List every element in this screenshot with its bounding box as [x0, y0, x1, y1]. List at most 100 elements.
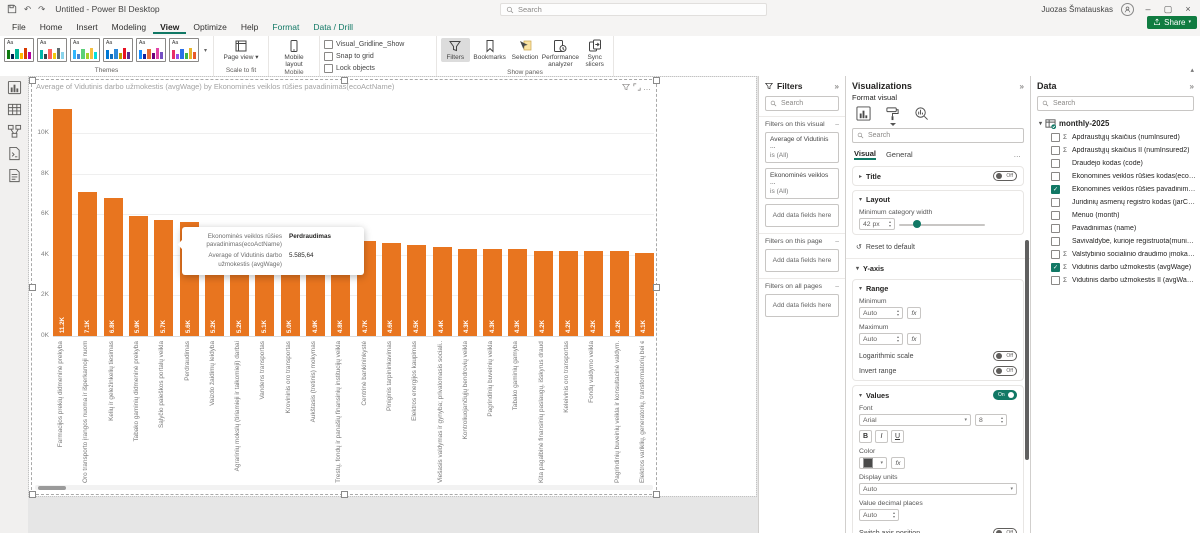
field-checkbox[interactable]: ✓ — [1051, 185, 1060, 194]
add-data-fields-dropzone[interactable]: Add data fields here — [765, 294, 839, 317]
format-visual-icon[interactable] — [885, 106, 900, 126]
report-canvas[interactable]: Average of Vidutinis darbo užmokestis (a… — [28, 76, 758, 533]
menu-item-optimize[interactable]: Optimize — [186, 20, 234, 34]
maximum-input[interactable]: Auto ▴ ▾ — [859, 333, 903, 345]
menu-item-help[interactable]: Help — [234, 20, 265, 34]
menu-item-view[interactable]: View — [153, 20, 186, 34]
min-category-width-input[interactable]: 42 px ▴ ▾ — [859, 218, 895, 230]
redo-icon[interactable]: ↷ — [38, 4, 45, 15]
title-toggle[interactable]: Off — [993, 171, 1017, 181]
chevron-right-icon[interactable]: ▸ — [859, 173, 862, 180]
page-view-button[interactable]: Page view ▾ — [218, 38, 264, 62]
selection-pane-button[interactable]: Selection — [510, 38, 541, 62]
maximize-button[interactable]: ▢ — [1162, 4, 1174, 15]
bar[interactable]: 6.8K — [103, 197, 123, 336]
checkbox-visual-gridline-show[interactable]: Visual_Gridline_Show — [324, 40, 432, 49]
fx-button[interactable]: fx — [891, 457, 905, 469]
save-icon[interactable] — [7, 4, 17, 14]
bookmarks-pane-button[interactable]: Bookmarks — [472, 38, 508, 62]
field-checkbox[interactable] — [1051, 237, 1060, 246]
display-units-select[interactable]: Auto ▾ — [859, 483, 1017, 495]
menu-item-format[interactable]: Format — [265, 20, 306, 34]
resize-handle[interactable] — [29, 77, 36, 84]
table-node[interactable]: ▾ monthly-2025 — [1031, 113, 1200, 131]
fx-button[interactable]: fx — [907, 307, 921, 319]
field-row[interactable]: Σ Valstybinio socialinio draudimo įmoka (… — [1031, 248, 1200, 261]
avatar[interactable] — [1121, 2, 1134, 16]
bar[interactable]: 4.2K — [533, 250, 553, 336]
resize-handle[interactable] — [653, 77, 660, 84]
performance-analyzer-pane-button[interactable]: Performance analyzer — [542, 38, 579, 69]
format-search-input[interactable]: Search — [852, 128, 1024, 143]
checkbox-box[interactable] — [324, 40, 333, 49]
tab-general[interactable]: General — [886, 150, 913, 159]
bar[interactable]: 4.2K — [559, 250, 578, 336]
build-visual-icon[interactable] — [856, 106, 871, 124]
checkbox-snap-to-grid[interactable]: Snap to grid — [324, 52, 432, 61]
checkbox-lock-objects[interactable]: Lock objects — [324, 64, 432, 73]
menu-item-data-drill[interactable]: Data / Drill — [306, 20, 360, 34]
table-view-icon[interactable] — [0, 98, 28, 120]
model-view-icon[interactable] — [0, 120, 28, 142]
field-row[interactable]: Pavadinimas (name) — [1031, 222, 1200, 235]
collapse-ribbon-icon[interactable]: ▴ — [1190, 66, 1194, 74]
field-row[interactable]: Σ Vidutinis darbo užmokestis II (avgWage2… — [1031, 274, 1200, 287]
field-checkbox[interactable] — [1051, 211, 1060, 220]
menu-item-file[interactable]: File — [5, 20, 33, 34]
values-toggle[interactable]: On — [993, 390, 1017, 400]
add-data-fields-dropzone[interactable]: Add data fields here — [765, 249, 839, 272]
menu-item-home[interactable]: Home — [33, 20, 70, 34]
collapse-pane-icon[interactable]: » — [1020, 82, 1024, 91]
bar[interactable]: 4.5K — [407, 244, 427, 336]
report-view-icon[interactable] — [0, 76, 28, 98]
bar[interactable]: 4.3K — [483, 248, 503, 336]
bar[interactable]: 4.1K — [634, 252, 654, 336]
bar[interactable]: 5.7K — [154, 220, 174, 336]
resize-handle[interactable] — [653, 491, 660, 498]
sync-slicers-pane-button[interactable]: Sync slicers — [580, 38, 609, 69]
invert-range-toggle[interactable]: Off — [993, 366, 1017, 376]
chevron-down-icon[interactable]: ▾ — [859, 392, 862, 399]
share-button[interactable]: Share ▾ — [1147, 15, 1197, 29]
field-row[interactable]: Σ Apdraustųjų skaičius II (numInsured2) — [1031, 144, 1200, 157]
global-search-input[interactable]: Search — [500, 3, 767, 16]
resize-handle[interactable] — [29, 491, 36, 498]
bar[interactable]: 7.1K — [78, 191, 98, 336]
chevron-down-icon[interactable]: ▾ — [859, 196, 862, 203]
minimum-input[interactable]: Auto ▴ ▾ — [859, 307, 903, 319]
filter-card[interactable]: Ekonominės veiklos ... is (All) — [765, 168, 839, 199]
field-row[interactable]: ✓ Ekonominės veiklos rūšies pavadinimas(e… — [1031, 183, 1200, 196]
filters-pane-button[interactable]: Filters — [441, 38, 470, 63]
data-search-input[interactable]: Search — [1037, 96, 1194, 111]
field-row[interactable]: Σ Apdraustųjų skaičius (numInsured) — [1031, 131, 1200, 144]
bar[interactable]: 4.3K — [508, 248, 528, 336]
checkbox-box[interactable] — [324, 52, 333, 61]
switch-axis-toggle[interactable]: Off — [993, 528, 1017, 533]
section-collapse-icon[interactable]: – — [835, 283, 839, 290]
bar[interactable]: 4.2K — [609, 250, 629, 336]
field-row[interactable]: Juridinių asmenų registro kodas (jarCode… — [1031, 196, 1200, 209]
bar[interactable]: 11.2K — [53, 108, 72, 336]
dax-query-view-icon[interactable] — [0, 142, 28, 164]
min-category-width-slider[interactable] — [899, 219, 985, 229]
logarithmic-scale-toggle[interactable]: Off — [993, 351, 1017, 361]
more-options-icon[interactable]: … — [1014, 150, 1023, 159]
resize-handle[interactable] — [653, 284, 660, 291]
font-size-input[interactable]: 8 ▴ ▾ — [975, 414, 1007, 426]
chevron-down-icon[interactable]: ▾ — [1039, 120, 1042, 127]
field-checkbox[interactable] — [1051, 224, 1060, 233]
field-row[interactable]: Savivaldybė, kurioje registruota(municip… — [1031, 235, 1200, 248]
resize-handle[interactable] — [341, 491, 348, 498]
color-picker[interactable]: ▾ — [859, 457, 887, 469]
field-checkbox[interactable]: ✓ — [1051, 263, 1060, 272]
field-checkbox[interactable] — [1051, 159, 1060, 168]
reset-to-default[interactable]: ↺ Reset to default — [846, 239, 1030, 255]
section-collapse-icon[interactable]: – — [835, 238, 839, 245]
theme-thumbnail[interactable]: Aa — [169, 38, 199, 62]
theme-thumbnail[interactable]: Aa — [103, 38, 133, 62]
stepper-arrows[interactable]: ▴ ▾ — [887, 220, 891, 228]
bar[interactable]: 4.4K — [432, 246, 452, 336]
bar[interactable]: 4.3K — [457, 248, 477, 336]
font-family-select[interactable]: Arial ▾ — [859, 414, 971, 426]
underline-button[interactable]: U — [891, 430, 904, 443]
